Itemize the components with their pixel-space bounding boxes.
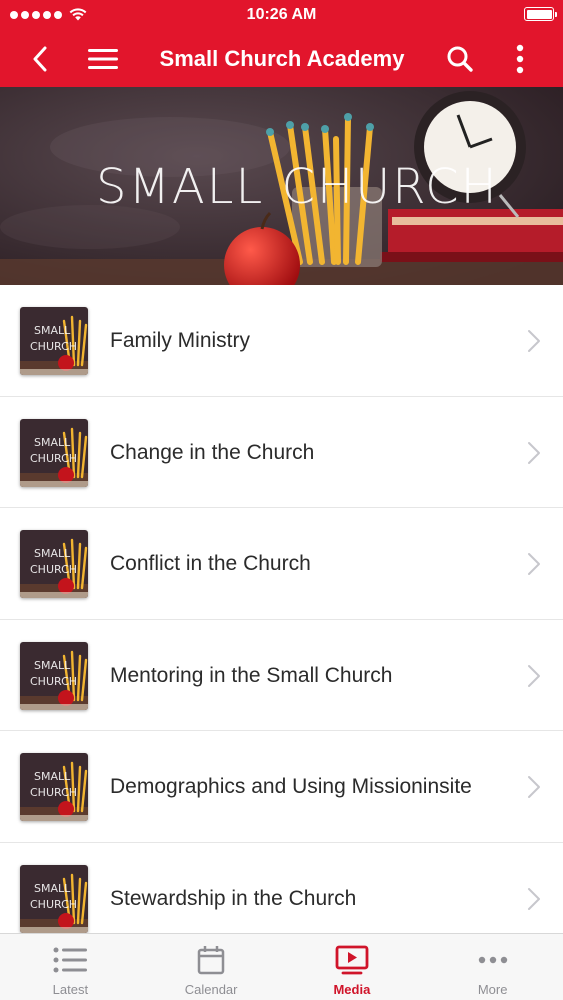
media-thumbnail: SMALL CHURCH (20, 864, 88, 933)
media-thumbnail: SMALL CHURCH (20, 307, 88, 375)
search-icon (447, 46, 473, 72)
chevron-right-icon (528, 330, 540, 352)
thumbnail-text-line-1: SMALL (34, 881, 71, 895)
media-list-item[interactable]: SMALL CHURCH Demographics and Using Miss… (0, 731, 563, 843)
chevron-right-icon (528, 664, 540, 687)
tab-latest[interactable]: Latest (0, 934, 141, 1000)
more-dots-icon (478, 956, 507, 964)
list-icon (53, 947, 88, 973)
tab-calendar-label: Calendar (184, 982, 238, 997)
media-thumbnail: SMALL CHURCH (20, 530, 88, 598)
media-thumbnail: SMALL CHURCH (20, 641, 88, 710)
thumbnail-text-line-1: SMALL (34, 435, 71, 449)
chevron-right-icon (528, 441, 540, 464)
navigation-bar: Small Church Academy (0, 30, 563, 87)
thumbnail-text-line-2: CHURCH (30, 786, 78, 799)
thumbnail-text-line-2: CHURCH (30, 563, 78, 576)
tab-more-label: More (477, 982, 508, 997)
page-title: Small Church Academy (159, 45, 405, 71)
tab-calendar[interactable]: Calendar (141, 934, 282, 1000)
battery-icon (524, 7, 557, 21)
overflow-menu-button[interactable] (500, 30, 540, 87)
menu-button[interactable] (80, 30, 126, 87)
thumbnail-text-line-2: CHURCH (30, 674, 78, 688)
hamburger-menu-icon (88, 48, 118, 69)
media-item-title: Family Ministry (110, 329, 250, 352)
media-list-item[interactable]: SMALL CHURCH Family Ministry (0, 285, 563, 397)
thumbnail-text-line-1: SMALL (34, 770, 71, 783)
tab-bar: Latest Calendar Media More (0, 933, 563, 1000)
chevron-right-icon (528, 887, 540, 910)
thumbnail-text-line-2: CHURCH (30, 451, 78, 465)
media-item-title: Conflict in the Church (110, 552, 311, 575)
media-list-item[interactable]: SMALL CHURCH Mentoring in the Small Chur… (0, 619, 563, 731)
media-item-title: Demographics and Using Missioninsite (110, 775, 472, 798)
media-list: SMALL CHURCH Family Ministry SMALL CHURC… (0, 285, 563, 954)
status-bar: 10:26 AM (0, 0, 563, 30)
media-item-title: Mentoring in the Small Church (110, 663, 393, 687)
calendar-icon (197, 946, 225, 975)
media-play-icon (335, 945, 369, 975)
thumbnail-text-line-1: SMALL (34, 658, 71, 672)
chevron-right-icon (528, 553, 540, 575)
media-thumbnail: SMALL CHURCH (20, 418, 88, 487)
thumbnail-text-line-1: SMALL (34, 547, 71, 560)
chevron-left-icon (33, 46, 47, 71)
thumbnail-text-line-2: CHURCH (30, 340, 78, 353)
media-item-title: Change in the Church (110, 440, 315, 464)
search-button[interactable] (438, 30, 482, 87)
media-list-item[interactable]: SMALL CHURCH Conflict in the Church (0, 508, 563, 620)
status-time: 10:26 AM (246, 6, 317, 23)
media-list-item[interactable]: SMALL CHURCH Change in the Church (0, 396, 563, 508)
tab-media[interactable]: Media (282, 934, 423, 1000)
tab-more[interactable]: More (422, 934, 563, 1000)
banner-text: SMALL CHURCH (96, 159, 499, 215)
hero-banner: SMALL CHURCH (0, 87, 563, 285)
thumbnail-text-line-1: SMALL (34, 324, 71, 337)
tab-latest-label: Latest (52, 982, 89, 997)
thumbnail-text-line-2: CHURCH (30, 897, 78, 911)
media-thumbnail: SMALL CHURCH (20, 753, 88, 821)
chevron-right-icon (528, 776, 540, 798)
tab-media-label: Media (333, 982, 371, 997)
back-button[interactable] (20, 30, 60, 87)
vertical-dots-icon (516, 44, 524, 73)
